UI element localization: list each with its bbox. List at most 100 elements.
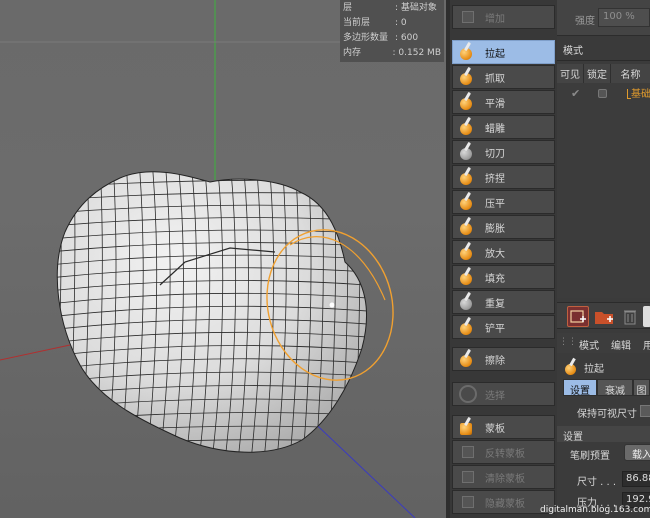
sculpt-tools-panel: 增加拉起抓取平滑蜡雕切刀挤捏压平膨胀放大填充重复铲平擦除选择蒙板反转蒙板清除蒙板… [450, 0, 557, 518]
tool-erase-brush-button[interactable]: 擦除 [452, 347, 555, 371]
layers-mode-menu[interactable]: 模式 [557, 36, 650, 61]
mode-menu-label[interactable]: 模式 [563, 42, 583, 57]
erase-brush-icon [457, 348, 479, 370]
strength-input[interactable]: 100 % [598, 8, 650, 27]
layer-toolbar [557, 302, 650, 329]
fill-brush-icon [457, 266, 479, 288]
layer-visible-checkmark[interactable]: ✔ [571, 87, 580, 100]
tool-select-brush-button[interactable]: 选择 [452, 382, 555, 406]
tool-label: 重复 [485, 298, 505, 310]
tool-pull-brush-button[interactable]: 拉起 [452, 40, 555, 64]
layers-column-header: 可见 锁定 名称 [557, 64, 650, 83]
layer-extra-button[interactable] [643, 306, 650, 327]
column-visible[interactable]: 可见 [557, 64, 584, 83]
tool-grab-brush-button[interactable]: 抓取 [452, 65, 555, 89]
inflate-brush-icon [457, 216, 479, 238]
tool-label: 平滑 [485, 98, 505, 110]
sculpt-mesh[interactable] [40, 160, 380, 474]
add-layer-button[interactable] [567, 306, 589, 327]
tool-scrape-brush-button[interactable]: 铲平 [452, 315, 555, 339]
tool-clear-mask-button[interactable]: 清除蒙板 [452, 465, 555, 489]
column-locked[interactable]: 锁定 [584, 64, 611, 83]
tool-label: 蒙板 [485, 423, 505, 435]
strength-row: 强度 100 % [557, 0, 650, 36]
brush-preset-row: 笔刷预置 载入 [557, 443, 650, 463]
tab-falloff[interactable]: 衰减 [597, 379, 633, 397]
tool-smooth-brush-button[interactable]: 平滑 [452, 90, 555, 114]
pinch-brush-icon [457, 166, 479, 188]
right-panel: 强度 100 % 模式 可见 锁定 名称 ✔ 基础 ⋮⋮ 模式 编辑 用 拉起 … [557, 0, 650, 518]
select-brush-icon [457, 383, 479, 405]
tool-magnify-brush-button[interactable]: 放大 [452, 240, 555, 264]
tool-repeat-brush-button[interactable]: 重复 [452, 290, 555, 314]
tool-label: 膨胀 [485, 223, 505, 235]
tool-mask-brush-button[interactable]: 蒙板 [452, 415, 555, 439]
tool-label: 隐藏蒙板 [485, 498, 525, 510]
tool-invert-mask-button[interactable]: 反转蒙板 [452, 440, 555, 464]
invert-mask-icon [457, 441, 479, 463]
3d-viewport[interactable]: 层: 基础对象 当前层: 0 多边形数量: 600 内存: 0.152 MB [0, 0, 446, 518]
tool-label: 增加 [485, 13, 505, 25]
attribute-tabs: 设置 衰减 图 [557, 379, 650, 397]
info-row-memory: 内存: 0.152 MB [343, 48, 441, 58]
tool-fill-brush-button[interactable]: 填充 [452, 265, 555, 289]
info-row-polygon-count: 多边形数量: 600 [343, 33, 419, 43]
scene-canvas[interactable] [0, 0, 446, 518]
layer-name[interactable]: 基础 [631, 85, 650, 100]
size-label: 尺寸 . . . [577, 477, 617, 488]
hide-mask-icon [457, 491, 479, 513]
add-layer-icon [570, 310, 586, 323]
flatten-brush-icon [457, 191, 479, 213]
layer-row-base[interactable]: ✔ 基础 [557, 85, 650, 101]
tab-settings[interactable]: 设置 [563, 379, 597, 397]
tool-label: 压平 [485, 198, 505, 210]
tool-label: 放大 [485, 248, 505, 260]
attribute-title-label: 拉起 [584, 364, 604, 375]
tool-label: 清除蒙板 [485, 473, 525, 485]
attr-menu-user[interactable]: 用 [643, 337, 650, 352]
scrape-brush-icon [457, 316, 479, 338]
smooth-brush-icon [457, 91, 479, 113]
grip-icon: ⋮⋮ [559, 337, 577, 347]
tool-knife-brush-button[interactable]: 切刀 [452, 140, 555, 164]
layer-lock-checkbox[interactable] [598, 89, 607, 98]
wax-brush-icon [457, 116, 479, 138]
brush-preset-label: 笔刷预置 [570, 451, 610, 462]
tool-label: 选择 [485, 390, 505, 402]
attribute-menu-bar: ⋮⋮ 模式 编辑 用 [557, 333, 650, 353]
strength-label: 强度 [575, 16, 595, 27]
tool-label: 填充 [485, 273, 505, 285]
keep-visible-size-row: 保持可视尺寸 [557, 401, 650, 421]
attr-menu-mode[interactable]: 模式 [579, 337, 599, 352]
load-preset-button[interactable]: 载入 [624, 444, 650, 461]
info-row-current-layer: 当前层: 0 [343, 18, 407, 28]
grab-brush-icon [457, 66, 479, 88]
tool-label: 拉起 [485, 48, 505, 60]
tool-inflate-brush-button[interactable]: 膨胀 [452, 215, 555, 239]
keep-visible-size-label: 保持可视尺寸 [577, 409, 637, 420]
tool-flatten-brush-button[interactable]: 压平 [452, 190, 555, 214]
keep-visible-size-checkbox[interactable] [640, 405, 650, 417]
tool-label: 反转蒙板 [485, 448, 525, 460]
settings-section-header[interactable]: 设置 [557, 426, 650, 443]
tool-grid-button[interactable]: 增加 [452, 5, 555, 29]
pull-brush-icon [457, 41, 479, 63]
tool-label: 蜡雕 [485, 123, 505, 135]
tool-label: 切刀 [485, 148, 505, 160]
add-folder-button[interactable] [593, 306, 615, 327]
folder-add-icon [595, 312, 613, 324]
grid-icon [457, 6, 479, 28]
mask-brush-icon [457, 416, 479, 438]
delete-layer-button[interactable] [619, 306, 641, 327]
tool-label: 抓取 [485, 73, 505, 85]
repeat-brush-icon [457, 291, 479, 313]
knife-brush-icon [457, 141, 479, 163]
tab-image[interactable]: 图 [633, 379, 650, 396]
tool-pinch-brush-button[interactable]: 挤捏 [452, 165, 555, 189]
attr-menu-edit[interactable]: 编辑 [611, 337, 631, 352]
trash-icon [624, 310, 636, 325]
size-input[interactable]: 86.88 [622, 471, 650, 487]
tool-wax-brush-button[interactable]: 蜡雕 [452, 115, 555, 139]
tool-label: 挤捏 [485, 173, 505, 185]
column-name[interactable]: 名称 [611, 64, 650, 83]
